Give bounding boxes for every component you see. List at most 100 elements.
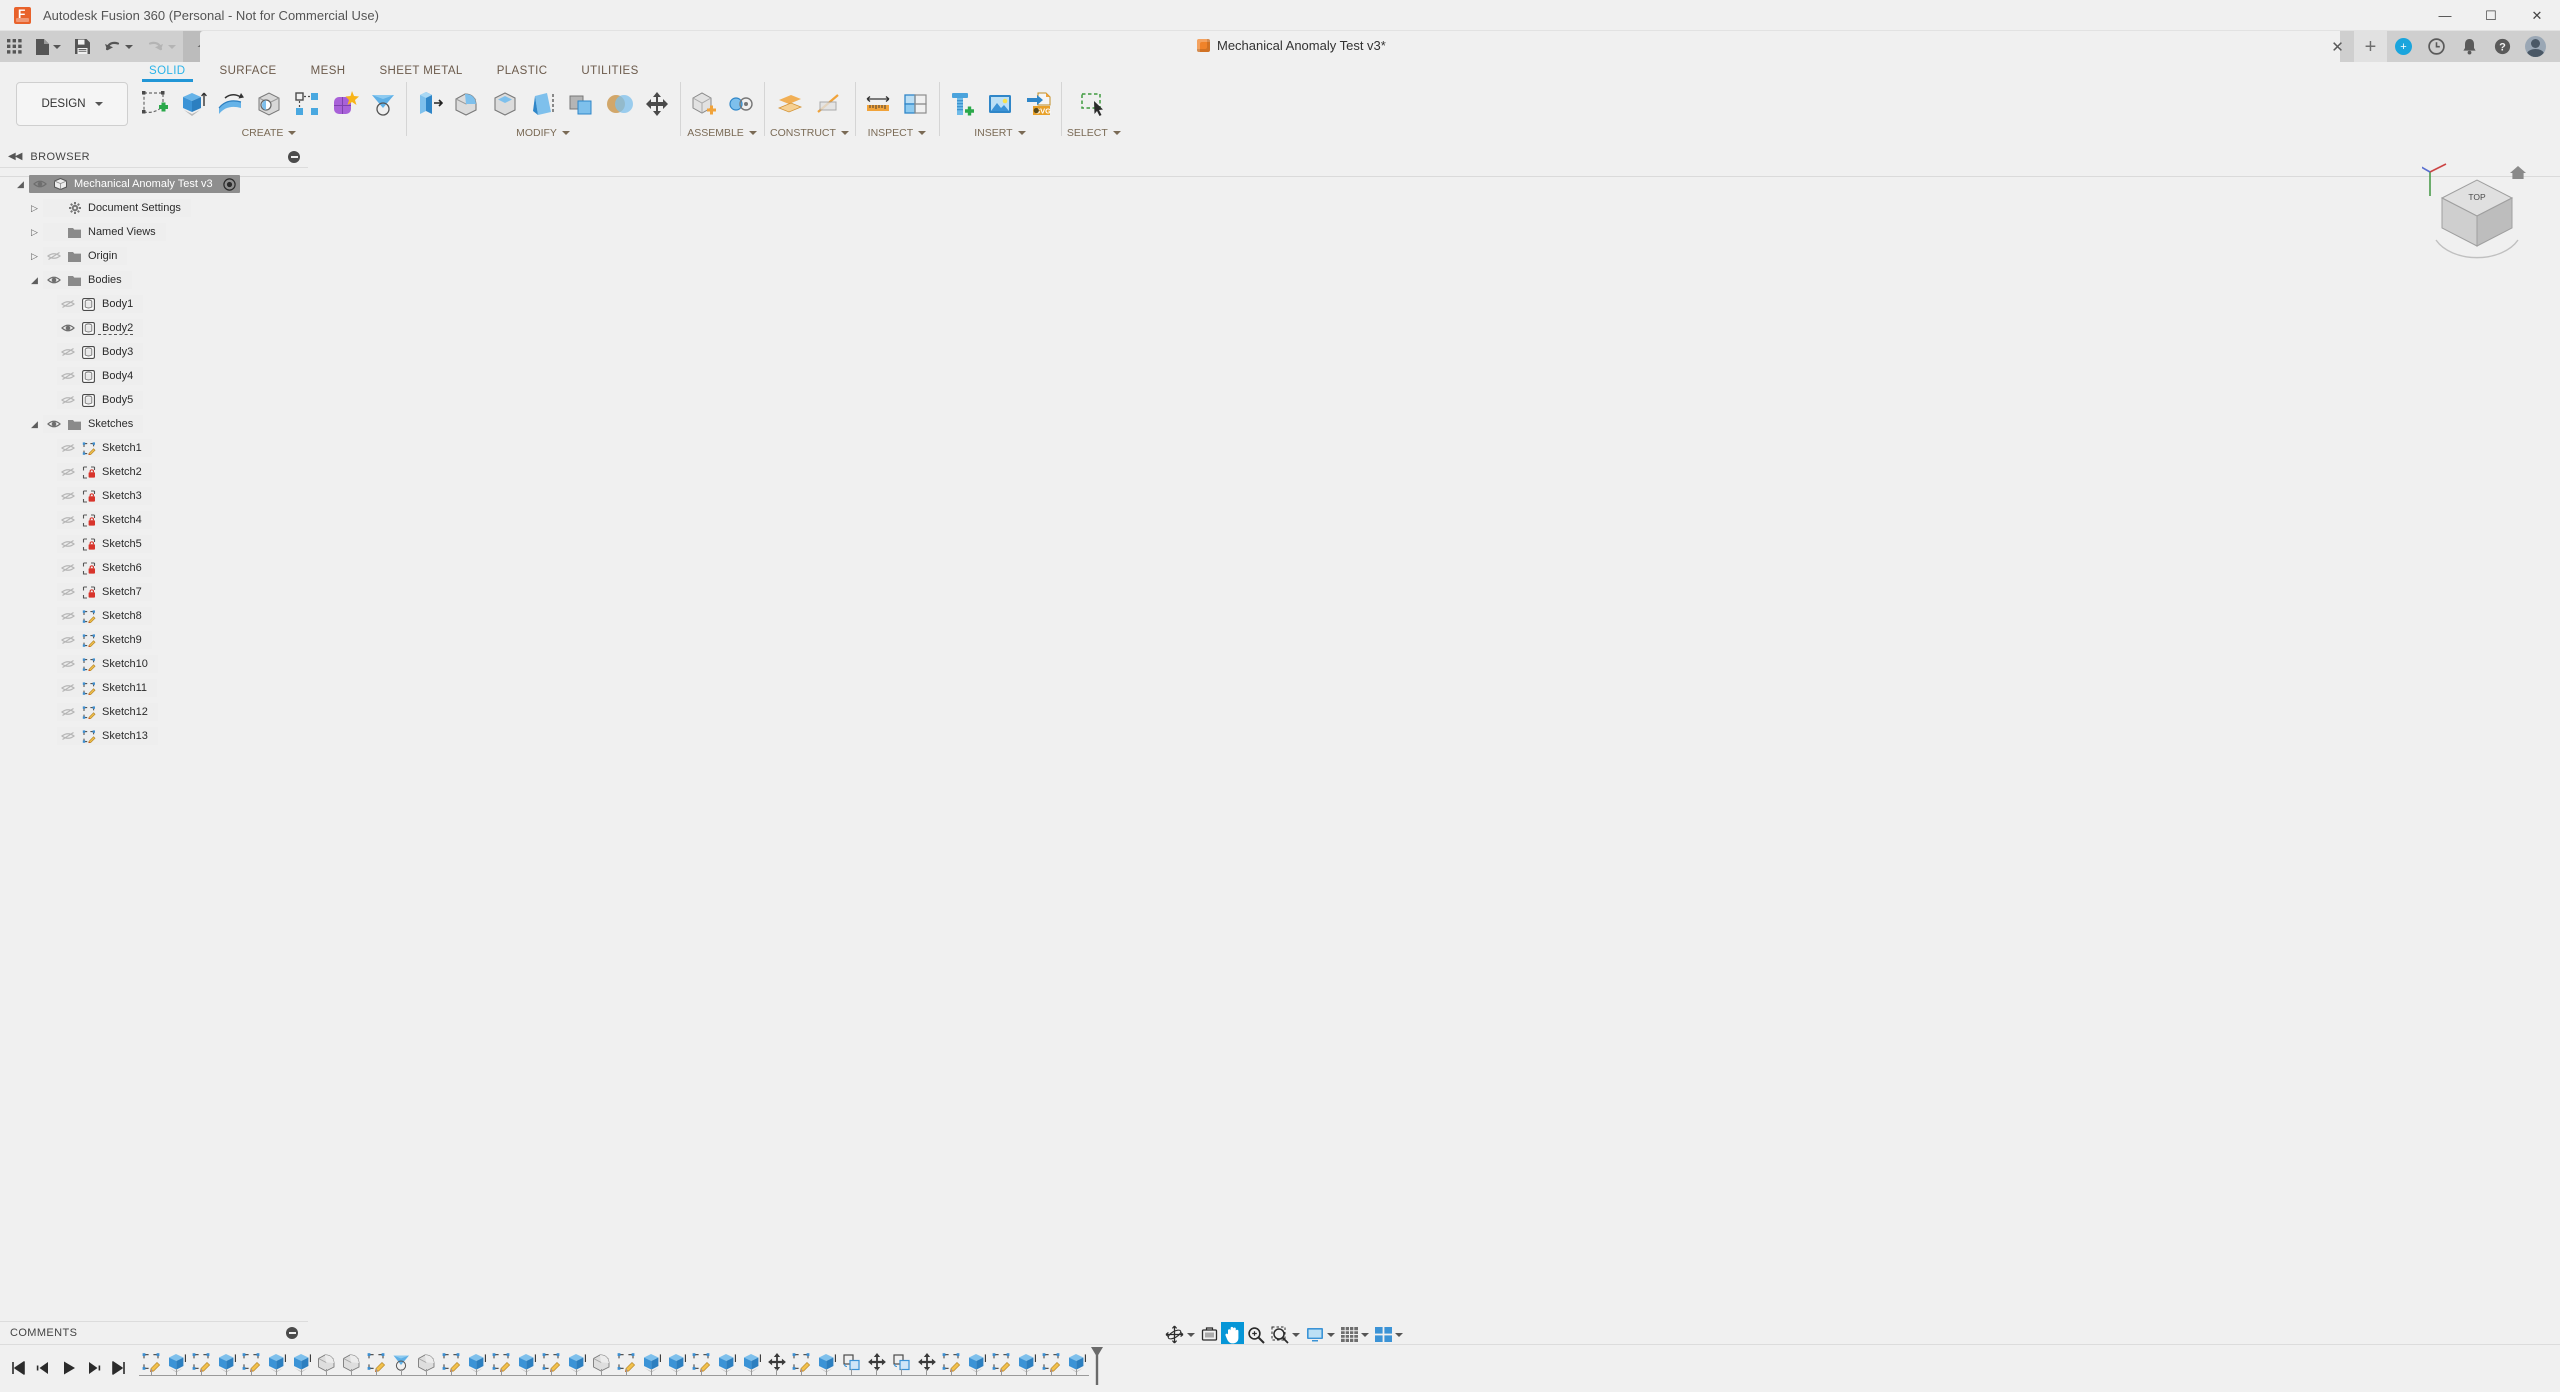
- draft-button[interactable]: [526, 83, 560, 125]
- inspect-group-label[interactable]: INSPECT: [868, 127, 927, 139]
- visibility-toggle[interactable]: [57, 609, 79, 623]
- job-status-button[interactable]: [2420, 31, 2453, 62]
- notifications-button[interactable]: [2453, 31, 2486, 62]
- tab-mesh[interactable]: MESH: [294, 65, 363, 80]
- insert-group-label[interactable]: INSERT: [974, 127, 1025, 139]
- visibility-toggle[interactable]: [57, 585, 79, 599]
- new-tab-button[interactable]: +: [2354, 31, 2387, 62]
- create-sketch-button[interactable]: [138, 83, 172, 125]
- visibility-toggle[interactable]: [29, 177, 51, 191]
- save-button[interactable]: [68, 31, 97, 62]
- account-avatar[interactable]: [2519, 31, 2552, 62]
- create-primitive-button[interactable]: [366, 83, 400, 125]
- browser-tree-item[interactable]: Sketch1: [0, 436, 308, 460]
- shell-button[interactable]: [488, 83, 522, 125]
- step-back-button[interactable]: [31, 1353, 56, 1383]
- go-to-beginning-button[interactable]: [6, 1353, 31, 1383]
- extrude-button[interactable]: [176, 83, 210, 125]
- workspace-switcher[interactable]: DESIGN: [16, 82, 128, 126]
- browser-tree-item[interactable]: ▷Origin: [0, 244, 308, 268]
- visibility-toggle[interactable]: [43, 273, 65, 287]
- home-icon[interactable]: [2510, 166, 2526, 179]
- timeline-track[interactable]: [139, 1345, 1089, 1392]
- visibility-toggle[interactable]: [57, 441, 79, 455]
- undo-button[interactable]: [97, 31, 140, 62]
- disclosure-triangle-icon[interactable]: ▷: [26, 203, 43, 214]
- select-group-label[interactable]: SELECT: [1067, 127, 1121, 139]
- axis-button[interactable]: [811, 83, 845, 125]
- tab-utilities[interactable]: UTILITIES: [564, 65, 655, 80]
- close-button[interactable]: ✕: [2514, 0, 2560, 31]
- browser-tree-item[interactable]: ▷Named Views: [0, 220, 308, 244]
- extensions-button[interactable]: +: [2387, 31, 2420, 62]
- app-grid-button[interactable]: [0, 31, 29, 62]
- revolve-button[interactable]: [214, 83, 248, 125]
- redo-button[interactable]: [140, 31, 183, 62]
- visibility-toggle[interactable]: [57, 465, 79, 479]
- browser-tree-item[interactable]: Sketch13: [0, 724, 308, 748]
- section-analysis-button[interactable]: [899, 83, 933, 125]
- browser-tree-item[interactable]: Sketch11: [0, 676, 308, 700]
- visibility-toggle[interactable]: [57, 297, 79, 311]
- visibility-toggle[interactable]: [57, 561, 79, 575]
- browser-tree-item[interactable]: Body5: [0, 388, 308, 412]
- canvas-button[interactable]: [983, 83, 1017, 125]
- browser-tree-item[interactable]: Sketch3: [0, 484, 308, 508]
- tab-sheet-metal[interactable]: SHEET METAL: [362, 65, 479, 80]
- visibility-toggle[interactable]: [57, 393, 79, 407]
- disclosure-triangle-icon[interactable]: ▷: [26, 227, 43, 238]
- help-button[interactable]: ?: [2486, 31, 2519, 62]
- visibility-toggle[interactable]: [57, 681, 79, 695]
- visibility-toggle[interactable]: [43, 249, 65, 263]
- browser-tree-item[interactable]: Sketch10: [0, 652, 308, 676]
- new-component-button[interactable]: [686, 83, 720, 125]
- insert-mcmaster-button[interactable]: [945, 83, 979, 125]
- measure-button[interactable]: [861, 83, 895, 125]
- joint-button[interactable]: [724, 83, 758, 125]
- minus-circle-icon[interactable]: [286, 1327, 298, 1339]
- browser-tree-item[interactable]: Body3: [0, 340, 308, 364]
- modify-group-label[interactable]: MODIFY: [516, 127, 570, 139]
- browser-tree-item[interactable]: Body2: [0, 316, 308, 340]
- create-group-label[interactable]: CREATE: [242, 127, 297, 139]
- visibility-toggle[interactable]: [57, 321, 79, 335]
- visibility-toggle[interactable]: [57, 657, 79, 671]
- disclosure-triangle-icon[interactable]: ◢: [26, 275, 43, 286]
- browser-tree-item[interactable]: Sketch8: [0, 604, 308, 628]
- rectangular-pattern-button[interactable]: [290, 83, 324, 125]
- visibility-toggle[interactable]: [57, 489, 79, 503]
- visibility-toggle[interactable]: [57, 729, 79, 743]
- visibility-toggle[interactable]: [57, 705, 79, 719]
- browser-tree-item[interactable]: Sketch2: [0, 460, 308, 484]
- visibility-toggle[interactable]: [43, 417, 65, 431]
- disclosure-triangle-icon[interactable]: ▷: [26, 251, 43, 262]
- fillet-button[interactable]: [450, 83, 484, 125]
- form-button[interactable]: [328, 83, 362, 125]
- tab-surface[interactable]: SURFACE: [203, 65, 294, 80]
- assemble-group-label[interactable]: ASSEMBLE: [687, 127, 757, 139]
- minus-circle-icon[interactable]: [288, 151, 300, 163]
- browser-tree-item[interactable]: Sketch9: [0, 628, 308, 652]
- close-document-button[interactable]: ✕: [2321, 31, 2354, 62]
- tab-solid[interactable]: SOLID: [132, 65, 203, 80]
- browser-tree-item[interactable]: ▷Document Settings: [0, 196, 308, 220]
- browser-tree-item[interactable]: Sketch7: [0, 580, 308, 604]
- go-to-end-button[interactable]: [106, 1353, 131, 1383]
- offset-plane-button[interactable]: [773, 83, 807, 125]
- tab-plastic[interactable]: PLASTIC: [480, 65, 565, 80]
- play-button[interactable]: [56, 1353, 81, 1383]
- disclosure-triangle-icon[interactable]: ◢: [12, 179, 29, 190]
- visibility-toggle[interactable]: [57, 369, 79, 383]
- browser-tree-item[interactable]: Sketch4: [0, 508, 308, 532]
- timeline-end-marker[interactable]: [1091, 1347, 1103, 1385]
- step-forward-button[interactable]: [81, 1353, 106, 1383]
- visibility-toggle[interactable]: [57, 537, 79, 551]
- activate-component-radio[interactable]: [223, 178, 236, 191]
- browser-tree-item[interactable]: Sketch5: [0, 532, 308, 556]
- combine-button[interactable]: [564, 83, 598, 125]
- viewport-canvas[interactable]: [0, 146, 2560, 1316]
- hole-button[interactable]: [252, 83, 286, 125]
- move-copy-button[interactable]: [640, 83, 674, 125]
- visibility-toggle[interactable]: [57, 513, 79, 527]
- view-cube[interactable]: TOP: [2422, 154, 2532, 264]
